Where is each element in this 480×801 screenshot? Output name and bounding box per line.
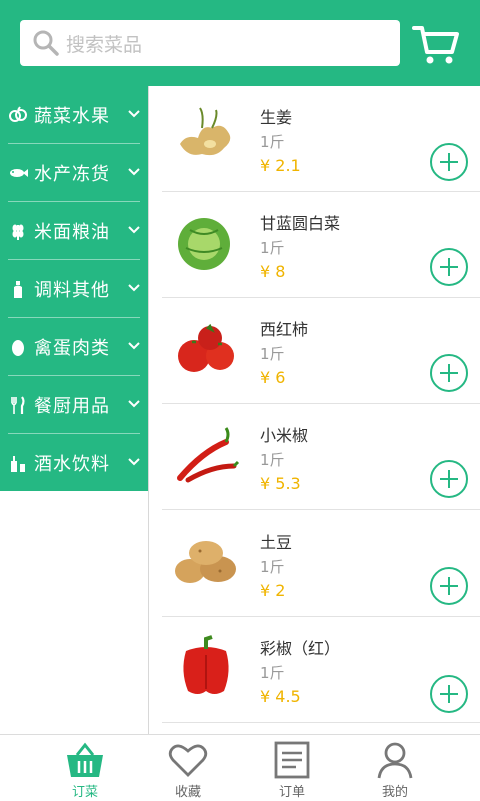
tab-favorites[interactable]: 收藏 (128, 735, 248, 801)
chevron-down-icon (128, 110, 140, 118)
add-to-cart-button[interactable] (430, 143, 468, 181)
category-label: 禽蛋肉类 (34, 338, 110, 359)
product-name: 甘蓝圆白菜 (260, 214, 341, 233)
category-label: 蔬菜水果 (34, 106, 110, 127)
tab-label: 我的 (381, 785, 408, 800)
product-name: 西红柿 (260, 320, 309, 339)
add-to-cart-button[interactable] (430, 567, 468, 605)
tab-label: 订菜 (71, 785, 98, 800)
heart-icon (168, 744, 208, 777)
category-label: 酒水饮料 (34, 454, 110, 475)
cart-icon[interactable] (412, 24, 460, 66)
product-price: ¥ 4.5 (260, 687, 301, 706)
category-grain-oil[interactable]: 米面粮油 (0, 202, 148, 260)
product-item[interactable]: 甘蓝圆白菜 1斤 ¥ 8 (162, 192, 480, 298)
basket-icon (67, 742, 103, 777)
category-label: 餐厨用品 (34, 396, 110, 417)
category-sidebar: 蔬菜水果 水产冻货 米面粮油 调料其他 禽蛋肉类 餐厨用品 酒水饮料 (0, 86, 148, 491)
product-price: ¥ 8 (260, 262, 286, 281)
bottom-nav: 订菜 收藏 订单 我的 (0, 734, 480, 800)
chevron-down-icon (128, 226, 140, 234)
ginger-image (180, 107, 231, 156)
category-label: 调料其他 (34, 280, 110, 301)
potato-image (175, 541, 236, 583)
product-name: 小米椒 (260, 426, 309, 445)
chevron-down-icon (128, 400, 140, 408)
user-icon (377, 742, 413, 779)
search-placeholder: 搜索菜品 (66, 33, 143, 56)
product-name: 生姜 (260, 108, 293, 127)
product-price: ¥ 6 (260, 368, 286, 387)
category-poultry-meat[interactable]: 禽蛋肉类 (0, 318, 148, 376)
category-vegetables[interactable]: 蔬菜水果 (0, 86, 148, 144)
top-bar: 搜索菜品 (0, 0, 480, 86)
category-drinks[interactable]: 酒水饮料 (0, 434, 148, 492)
category-label: 米面粮油 (34, 222, 110, 243)
category-label: 水产冻货 (34, 164, 110, 185)
tab-orders[interactable]: 订单 (232, 735, 352, 801)
tab-order-vegetables[interactable]: 订菜 (25, 735, 145, 801)
product-unit: 1斤 (260, 451, 285, 469)
product-price: ¥ 2 (260, 581, 286, 600)
chevron-down-icon (128, 458, 140, 466)
cabbage-image (178, 218, 230, 270)
product-item[interactable]: 小米椒 1斤 ¥ 5.3 (162, 404, 480, 510)
search-icon (33, 30, 59, 56)
panel-divider (148, 86, 149, 734)
product-unit: 1斤 (260, 664, 285, 682)
add-to-cart-button[interactable] (430, 460, 468, 498)
drinks-icon (11, 456, 25, 472)
add-to-cart-button[interactable] (430, 248, 468, 286)
product-price: ¥ 2.1 (260, 156, 301, 175)
tab-profile[interactable]: 我的 (335, 735, 455, 801)
product-item[interactable]: 土豆 1斤 ¥ 2 (162, 511, 480, 617)
search-input[interactable]: 搜索菜品 (20, 20, 400, 66)
bell-pepper-image (183, 635, 229, 694)
product-item[interactable]: 生姜 1斤 ¥ 2.1 (162, 86, 480, 192)
seasoning-bottle-icon (14, 281, 22, 298)
vegetable-icon (9, 106, 27, 122)
divider (162, 509, 480, 510)
product-unit: 1斤 (260, 558, 285, 576)
utensils-icon (11, 396, 25, 414)
tomato-image (178, 323, 234, 372)
product-item[interactable]: 彩椒（红） 1斤 ¥ 4.5 (162, 617, 480, 723)
chevron-down-icon (128, 342, 140, 350)
product-unit: 1斤 (260, 133, 285, 151)
category-kitchenware[interactable]: 餐厨用品 (0, 376, 148, 434)
order-list-icon (274, 741, 310, 779)
divider (162, 722, 480, 723)
egg-icon (12, 340, 24, 356)
category-seafood[interactable]: 水产冻货 (0, 144, 148, 202)
product-name: 土豆 (260, 533, 293, 552)
product-name: 彩椒（红） (260, 639, 341, 658)
add-to-cart-button[interactable] (430, 675, 468, 713)
chili-pepper-image (177, 427, 240, 483)
grain-icon (12, 224, 24, 240)
tab-label: 订单 (278, 785, 305, 800)
fish-icon (10, 169, 28, 177)
add-to-cart-button[interactable] (430, 354, 468, 392)
product-unit: 1斤 (260, 345, 285, 363)
product-unit: 1斤 (260, 239, 285, 257)
chevron-down-icon (128, 168, 140, 176)
category-seasoning[interactable]: 调料其他 (0, 260, 148, 318)
product-price: ¥ 5.3 (260, 474, 301, 493)
chevron-down-icon (128, 284, 140, 292)
tab-label: 收藏 (174, 785, 201, 800)
product-item[interactable]: 西红柿 1斤 ¥ 6 (162, 298, 480, 404)
